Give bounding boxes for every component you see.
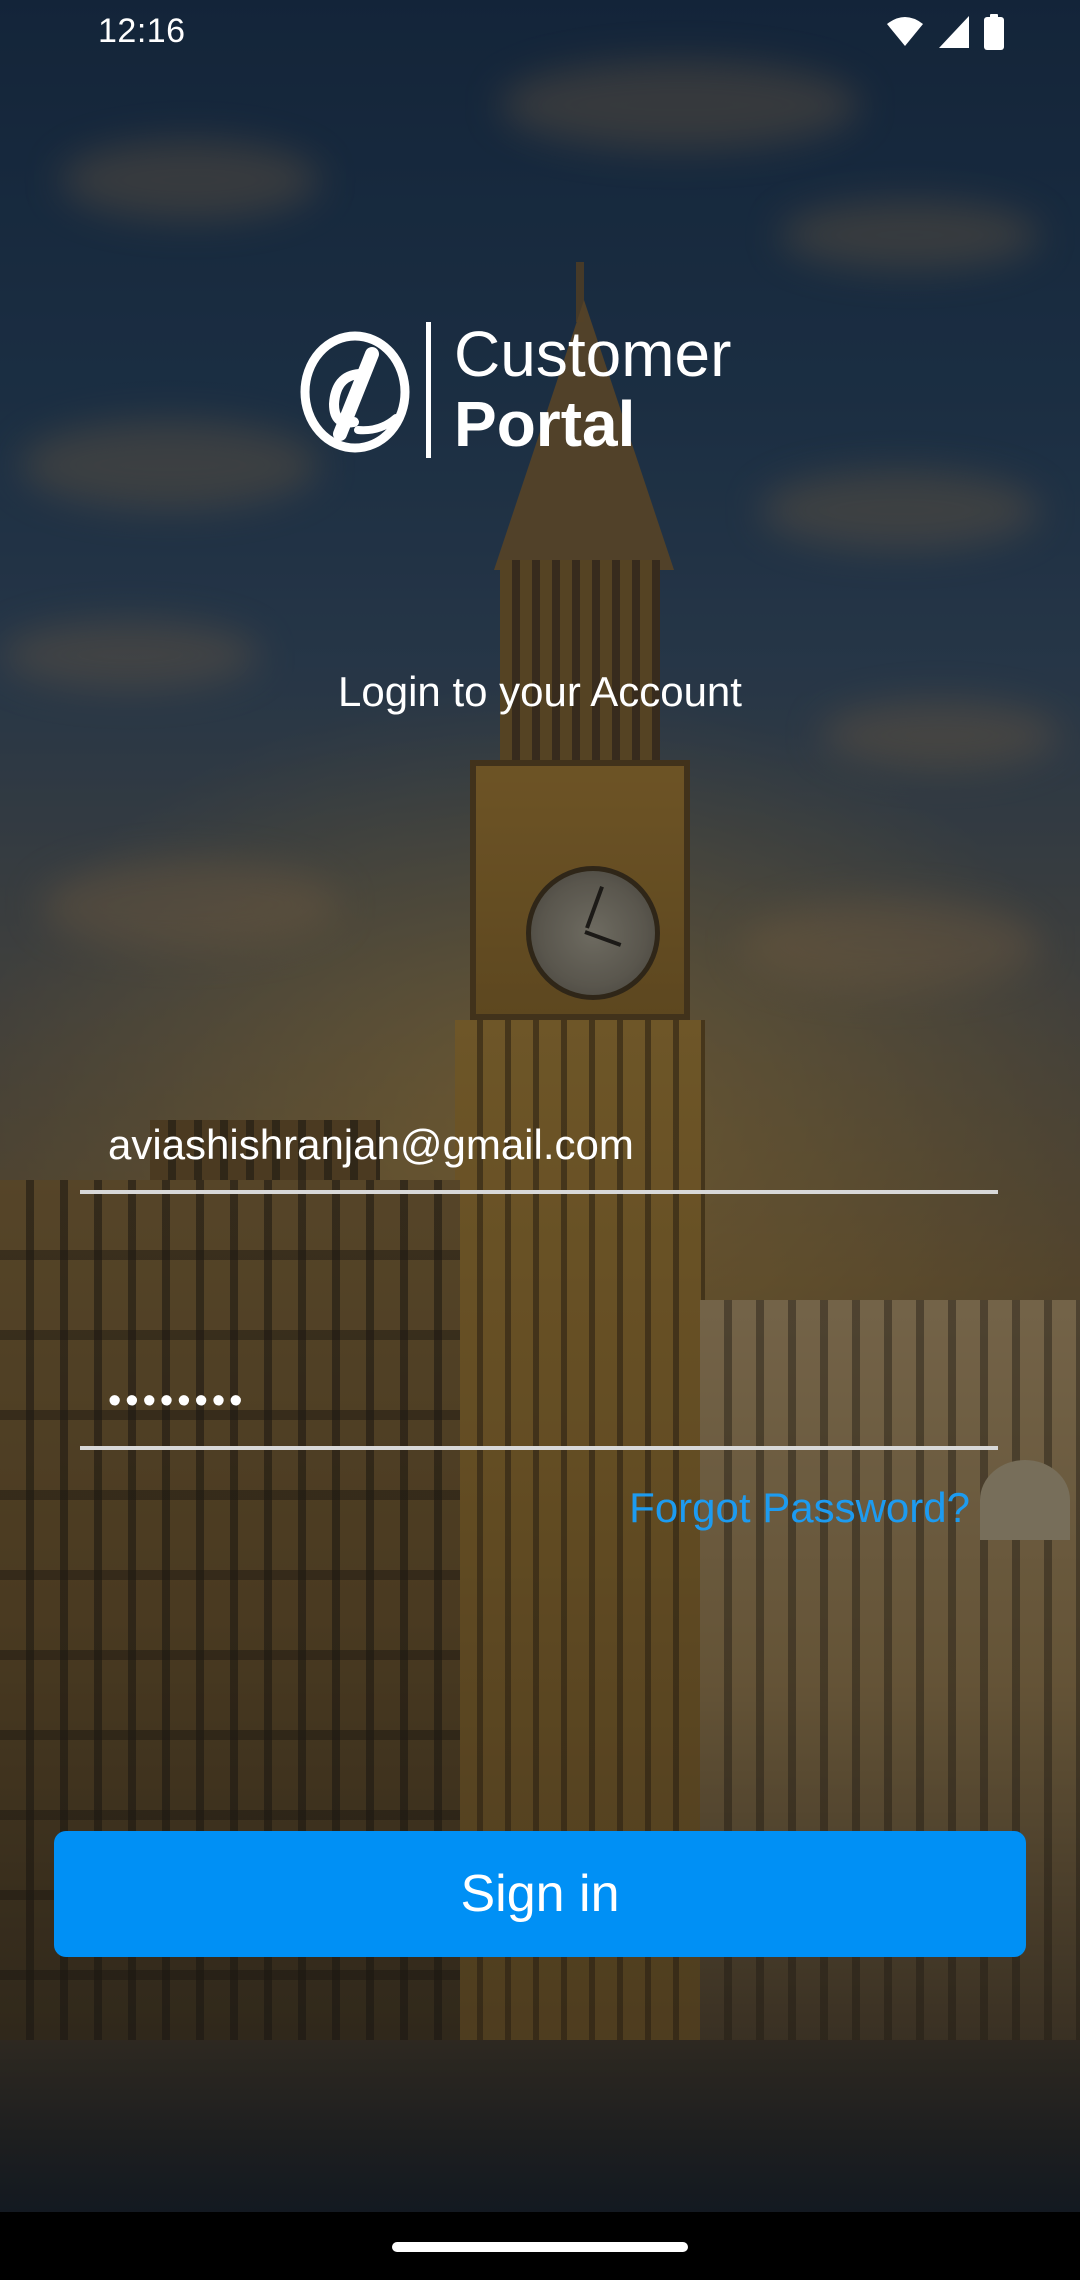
home-gesture-handle[interactable] bbox=[392, 2242, 688, 2252]
logo-text-portal: Portal bbox=[454, 388, 636, 460]
login-heading: Login to your Account bbox=[338, 668, 742, 715]
status-time: 12:16 bbox=[98, 12, 186, 50]
logo-divider bbox=[426, 322, 431, 458]
login-screen: 12:16 Customer Portal Login to your Acco… bbox=[0, 0, 1080, 2280]
customer-portal-logo: Customer Portal bbox=[300, 318, 780, 468]
cell-signal-icon bbox=[938, 15, 970, 54]
logo-text-customer: Customer bbox=[454, 318, 732, 390]
status-bar: 12:16 bbox=[0, 0, 1080, 66]
password-field-container bbox=[80, 1356, 998, 1450]
sign-in-button[interactable]: Sign in bbox=[54, 1831, 1026, 1957]
wifi-icon bbox=[886, 16, 924, 53]
email-field-container bbox=[80, 1100, 998, 1194]
at-sign-logo-icon bbox=[300, 326, 410, 461]
status-icons bbox=[886, 14, 1004, 55]
email-input[interactable] bbox=[80, 1100, 998, 1190]
password-input[interactable] bbox=[80, 1356, 998, 1446]
forgot-password-link[interactable]: Forgot Password? bbox=[629, 1484, 970, 1532]
battery-icon bbox=[984, 14, 1004, 55]
